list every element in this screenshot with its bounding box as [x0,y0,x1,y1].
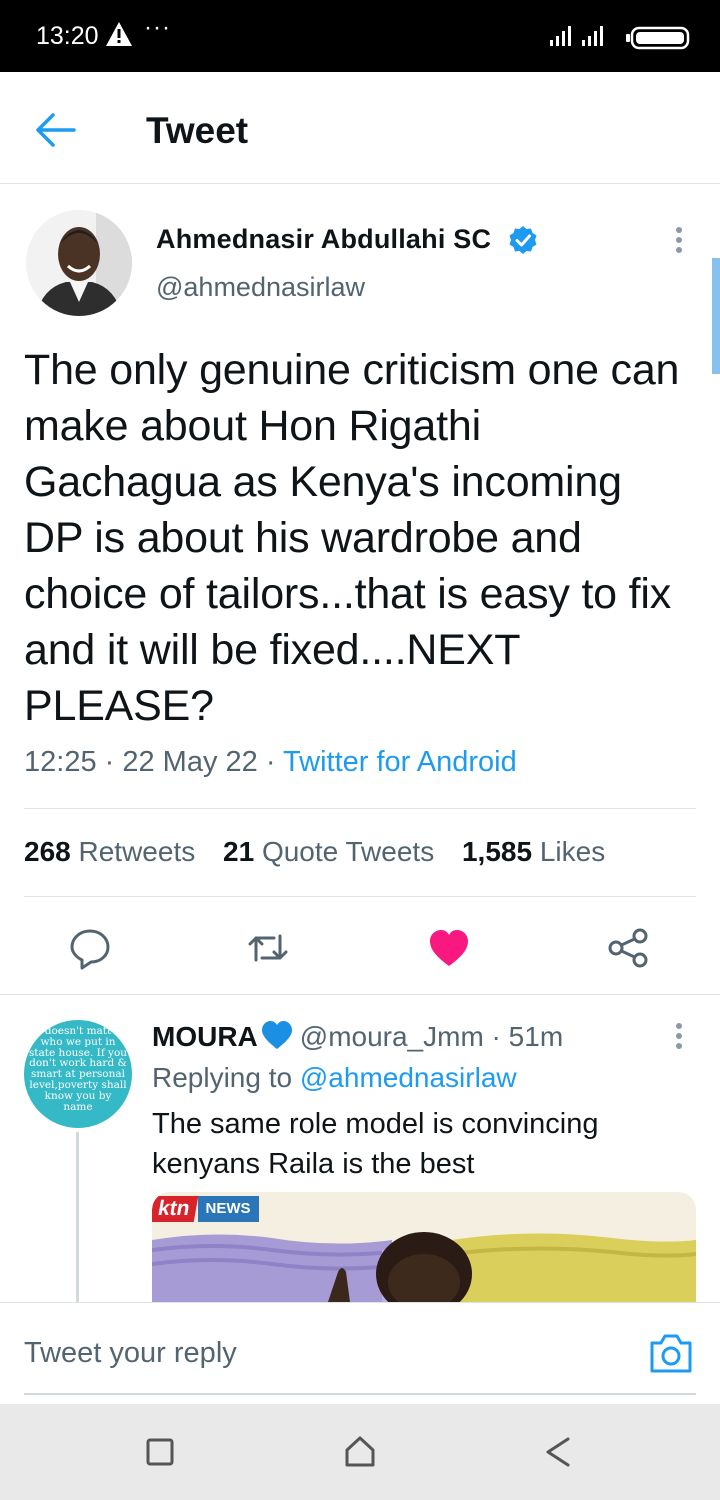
reply-text: The same role model is convincing kenyan… [152,1108,599,1180]
replying-to-prefix: Replying to [152,1062,293,1093]
app-header: Tweet [0,72,720,184]
verified-badge-icon [509,226,537,254]
status-time: 13:20 [36,22,99,50]
reply-input[interactable]: Tweet your reply [24,1337,237,1370]
retweet-icon[interactable] [246,926,290,970]
reply-time: 51m [508,1021,564,1052]
divider [24,808,696,809]
reply-media-image[interactable]: ktn NEWS [152,1192,696,1302]
divider [0,994,720,995]
reply-meta-separator: · [483,1021,509,1052]
reply-avatar[interactable]: doesn't matt who we put in state house. … [24,1020,132,1128]
news-logo-text: NEWS [197,1196,259,1222]
more-options-icon[interactable] [666,222,692,258]
meta-separator: · [96,746,123,778]
ktn-logo-text: ktn [152,1196,198,1222]
reply-composer: Tweet your reply [0,1302,720,1404]
share-icon[interactable] [606,926,650,970]
back-arrow-icon[interactable] [34,110,78,150]
author-name[interactable]: Ahmednasir Abdullahi SC [156,224,491,255]
divider [24,896,696,897]
avatar-text-line: who we put in [40,1035,116,1048]
status-bar: 13:20 ··· [0,0,720,72]
recents-square-icon[interactable] [142,1434,178,1470]
replying-to-mention[interactable]: @ahmednasirlaw [300,1062,517,1093]
page-title: Tweet [146,110,249,151]
system-nav-bar [0,1404,720,1500]
signal-battery-icons [550,26,690,50]
meta-separator: · [257,746,284,778]
likes-stat[interactable]: 1,585 Likes [462,836,605,867]
retweets-count: 268 [24,836,71,867]
thread-line [76,1132,79,1304]
tweet-time: 12:25 [24,746,97,778]
camera-icon[interactable] [648,1331,694,1375]
reply-author-name[interactable]: MOURA [152,1021,258,1052]
likes-label: Likes [539,836,606,867]
tweet-source-link[interactable]: Twitter for Android [283,746,517,778]
author-handle[interactable]: @ahmednasirlaw [156,272,365,303]
home-icon[interactable] [342,1434,378,1470]
avatar-text-line: know you by [44,1089,112,1102]
reply-author-handle[interactable]: @moura_Jmm [300,1021,484,1052]
avatar-text-line: name [63,1100,93,1113]
scroll-indicator[interactable] [712,258,720,374]
reply-icon[interactable] [68,926,112,970]
reply-header: MOURA @moura_Jmm · 51m [152,1020,563,1053]
retweets-stat[interactable]: 268 Retweets [24,836,195,867]
notification-dots: ··· [144,14,171,41]
tweet-text: The only genuine criticism one can make … [24,346,680,730]
blue-heart-emoji-icon [261,1021,292,1049]
tweet-date: 22 May 22 [122,746,258,778]
tweet-actions [0,918,720,978]
back-triangle-icon[interactable] [540,1434,576,1470]
quote-tweets-stat[interactable]: 21 Quote Tweets [223,836,434,867]
replying-to: Replying to @ahmednasirlaw [152,1062,517,1094]
likes-count: 1,585 [461,836,533,867]
author-avatar[interactable] [26,210,132,316]
quote-tweets-count: 21 [223,836,255,867]
input-underline [24,1393,696,1395]
tweet-timestamp: 12:25 · 22 May 22 · Twitter for Android [24,746,517,779]
quote-tweets-label: Quote Tweets [261,836,435,867]
retweets-label: Retweets [78,836,196,867]
tweet-stats: 268 Retweets 21 Quote Tweets 1,585 Likes [24,836,625,868]
reply-more-options-icon[interactable] [666,1018,692,1054]
like-heart-icon[interactable] [427,926,471,970]
warning-icon [106,22,132,46]
ktn-news-logo: ktn NEWS [152,1196,259,1222]
